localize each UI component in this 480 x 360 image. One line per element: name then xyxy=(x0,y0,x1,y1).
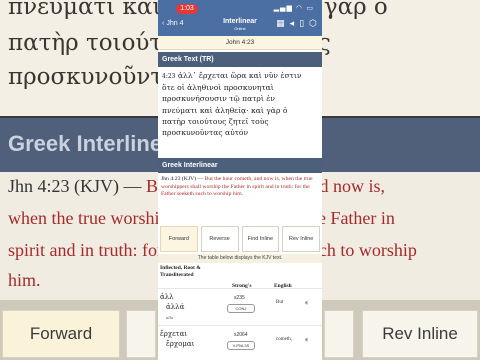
phone-screen: 1:03 ▂▄▆ ◠ ▭ ‹ Jhn 4 Interlinear Online … xyxy=(158,0,322,360)
nav-title: Interlinear Online xyxy=(202,18,278,31)
background-reverse-button xyxy=(126,310,156,358)
table-info-text: The table below displays the KJV text. xyxy=(158,254,322,263)
background-forward-button: Forward xyxy=(2,310,120,358)
status-icons: ▂▄▆ ◠ ▭ xyxy=(273,4,314,12)
table-row: ἔρχεται ἔρχομαι s2064 V-PNI-3S cometh, 🔈… xyxy=(158,325,322,360)
inflected-word: ἔρχεται xyxy=(160,330,188,338)
table-row: ἀλλ ἀλλά alla s235 CONJ But 🔈︎ xyxy=(158,288,322,324)
strongs-number[interactable]: s2064 xyxy=(234,332,248,338)
greek-text-line: ὅτε οἱ ἀληθινοὶ προσκυνηταὶ xyxy=(162,83,274,93)
bookmark-icon[interactable]: ▯ xyxy=(299,19,304,29)
transliteration: alla xyxy=(166,315,174,320)
mode-button-row: Forward Reverse Find Inline Rev Inline xyxy=(158,224,322,254)
background-rev-inline-button: Rev Inline xyxy=(362,310,478,358)
find-inline-button[interactable]: Find Inline xyxy=(241,226,280,252)
nav-title-text: Interlinear xyxy=(223,18,257,25)
root-word: ἀλλά xyxy=(166,303,185,311)
background-kjv-line: him. xyxy=(8,270,41,290)
english-word: But xyxy=(276,300,284,305)
greek-text-line: πατὴρ τοιούτους ζητεῖ τοὺς xyxy=(162,116,269,126)
greek-text-body: 4:23 ἀλλ᾽ ἔρχεται ὥρα καὶ νῦν ἐστιν ὅτε … xyxy=(162,70,318,138)
rev-inline-button[interactable]: Rev Inline xyxy=(282,226,320,252)
kjv-verse-text: Jhn 4:23 (KJV) — But the hour cometh, an… xyxy=(161,176,319,199)
grammar-code[interactable]: CONJ xyxy=(227,304,255,313)
verse-number: 4:23 xyxy=(162,73,176,80)
greek-text-line: 4:23 ἀλλ᾽ ἔρχεται ὥρα καὶ νῦν ἐστιν xyxy=(162,71,302,80)
root-word: ἔρχομαι xyxy=(166,340,195,348)
strongs-number[interactable]: s235 xyxy=(234,295,245,301)
inflected-word: ἀλλ xyxy=(160,293,174,301)
status-time: 1:03 xyxy=(176,4,198,14)
nav-subtitle: Online xyxy=(234,26,246,31)
settings-icon[interactable]: ⬡ xyxy=(309,19,317,29)
nav-icon-group: ▦ ◂ ▯ ⬡ xyxy=(276,19,317,29)
volume-icon[interactable]: ◂ xyxy=(290,19,295,29)
english-word: cometh, xyxy=(276,337,292,342)
forward-button[interactable]: Forward xyxy=(160,226,198,252)
grammar-code[interactable]: V-PNI-3S xyxy=(227,341,255,350)
section-header-greek-text: Greek Text (TR) xyxy=(158,52,322,67)
chevron-left-icon: ‹ xyxy=(162,20,165,27)
speaker-icon[interactable]: 🔈︎ xyxy=(305,298,310,308)
back-button-label: Jhn 4 xyxy=(166,20,184,27)
table-header: Inflected, Root & Transliterated Strong'… xyxy=(158,264,322,289)
greek-text-line: πνεύματι καὶ ἀληθείᾳ· καὶ γὰρ ὁ xyxy=(162,105,288,115)
back-button[interactable]: ‹ Jhn 4 xyxy=(162,20,183,27)
grid-icon[interactable]: ▦ xyxy=(276,19,285,29)
column-header-inflected: Inflected, Root & Transliterated xyxy=(160,265,201,278)
navigation-bar: 1:03 ▂▄▆ ◠ ▭ ‹ Jhn 4 Interlinear Online … xyxy=(158,0,322,36)
background-section-title: Greek Interlinear xyxy=(8,131,183,156)
section-header-greek-interlinear: Greek Interlinear xyxy=(158,158,322,173)
reverse-button[interactable]: Reverse xyxy=(200,226,239,252)
kjv-reference: Jhn 4:23 (KJV) — xyxy=(161,176,205,182)
verse-reference: John 4:23 xyxy=(158,36,322,50)
speaker-icon[interactable]: 🔈︎ xyxy=(305,335,310,345)
greek-text-line: προσκυνήσουσιν τῷ πατρὶ ἐν xyxy=(162,94,275,104)
background-find-inline-button xyxy=(324,310,354,358)
greek-text-line: προσκυνοῦντας αὐτόν xyxy=(162,128,249,138)
